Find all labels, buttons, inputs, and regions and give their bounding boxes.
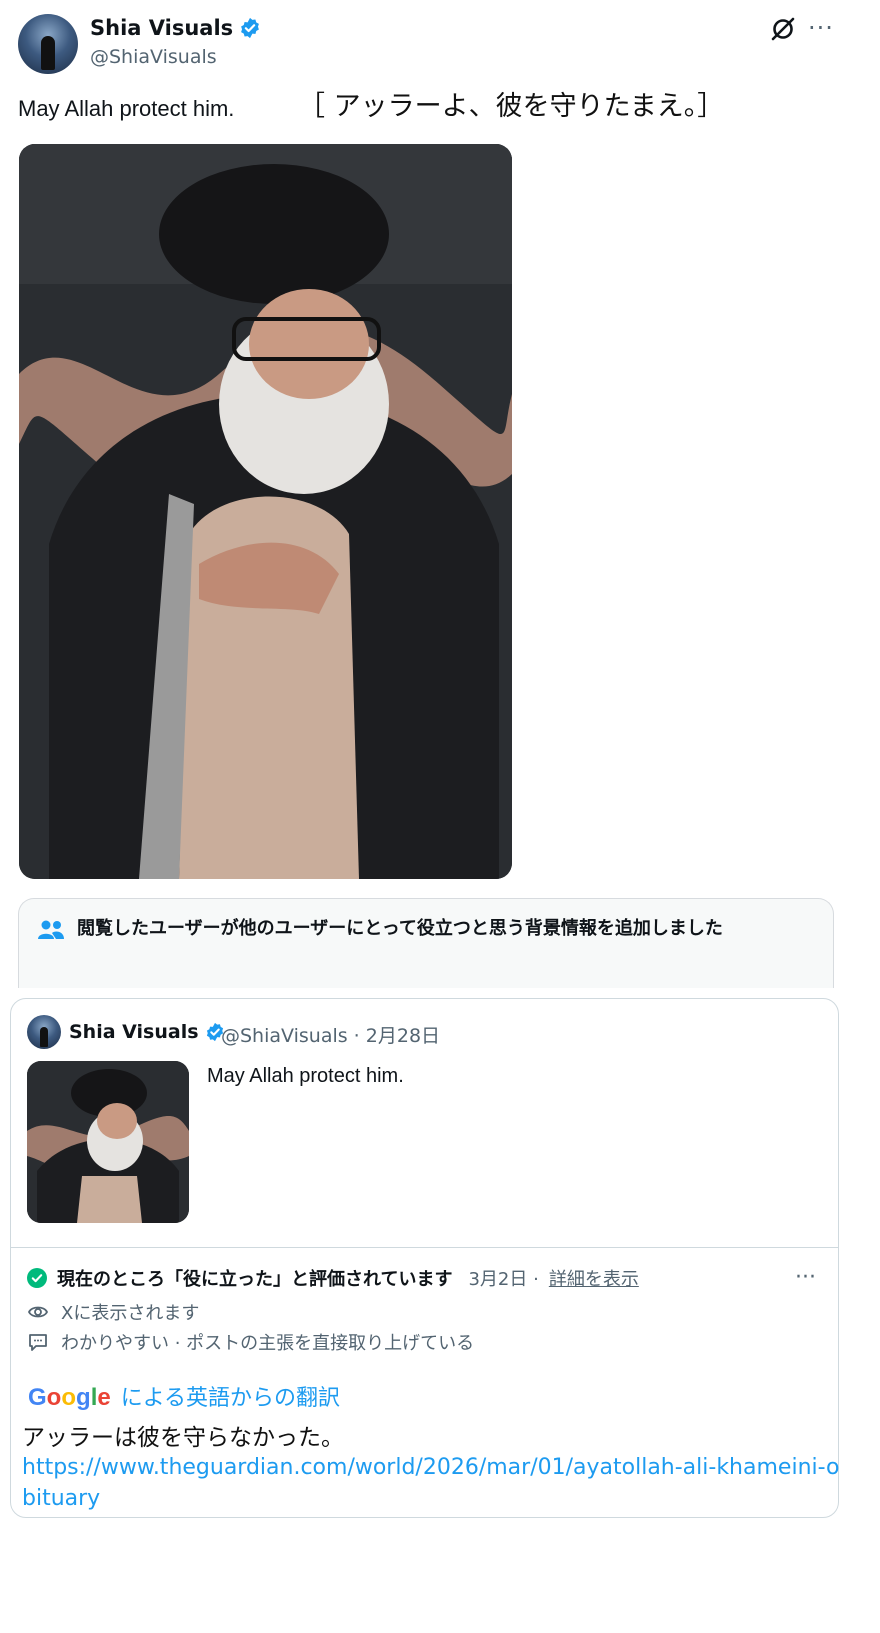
- quoted-meta[interactable]: @ShiaVisuals · 2月28日: [221, 1021, 440, 1048]
- translated-text: アッラーは彼を守らなかった。: [22, 1425, 344, 1451]
- note-status: 現在のところ「役に立った」と評価されています 3月2日 · 詳細を表示: [27, 1265, 639, 1291]
- comment-icon: [29, 1334, 47, 1351]
- translation-via-label: による英語からの翻訳: [120, 1386, 341, 1411]
- people-icon: [38, 920, 64, 939]
- author-handle[interactable]: @ShiaVisuals: [90, 46, 217, 68]
- divider: [11, 1247, 838, 1248]
- quoted-thumbnail[interactable]: [27, 1061, 189, 1223]
- more-icon[interactable]: ···: [808, 14, 834, 42]
- quoted-text: May Allah protect him.: [207, 1065, 404, 1087]
- visibility-row: Xに表示されます: [27, 1299, 199, 1325]
- quoted-avatar[interactable]: [27, 1015, 61, 1049]
- post-text: May Allah protect him.: [18, 96, 235, 121]
- overlay-translation-note: ［ アッラーよ、彼を守りたまえ。］: [298, 91, 725, 122]
- community-note-title: 閲覧したユーザーが他のユーザーにとって役立つと思う背景情報を追加しました: [77, 918, 723, 939]
- grok-icon[interactable]: [770, 16, 796, 42]
- author-name-text[interactable]: Shia Visuals: [90, 16, 233, 40]
- source-link[interactable]: https://www.theguardian.com/world/2026/m…: [22, 1452, 852, 1514]
- post-photo[interactable]: [19, 144, 512, 879]
- more-icon[interactable]: ···: [795, 1265, 816, 1290]
- reasons-row: わかりやすい · ポストの主張を直接取り上げている: [27, 1329, 474, 1355]
- google-translation-header: Google による英語からの翻訳: [28, 1380, 340, 1412]
- verified-badge-icon: [241, 17, 260, 39]
- status-date: 3月2日 ·: [468, 1269, 539, 1290]
- google-logo: Google: [28, 1384, 111, 1411]
- check-circle-icon: [27, 1268, 47, 1288]
- quoted-author-name-text[interactable]: Shia Visuals: [69, 1021, 199, 1043]
- reasons-text: わかりやすい · ポストの主張を直接取り上げている: [61, 1333, 475, 1354]
- status-label: 現在のところ「役に立った」と評価されています: [57, 1269, 453, 1290]
- avatar[interactable]: [18, 14, 78, 74]
- quoted-author-name[interactable]: Shia Visuals: [69, 1021, 225, 1043]
- eye-icon: [27, 1306, 49, 1318]
- visibility-text: Xに表示されます: [61, 1303, 200, 1324]
- details-link[interactable]: 詳細を表示: [549, 1265, 639, 1291]
- community-note-header: 閲覧したユーザーが他のユーザーにとって役立つと思う背景情報を追加しました: [18, 898, 834, 988]
- author-name[interactable]: Shia Visuals: [90, 16, 261, 40]
